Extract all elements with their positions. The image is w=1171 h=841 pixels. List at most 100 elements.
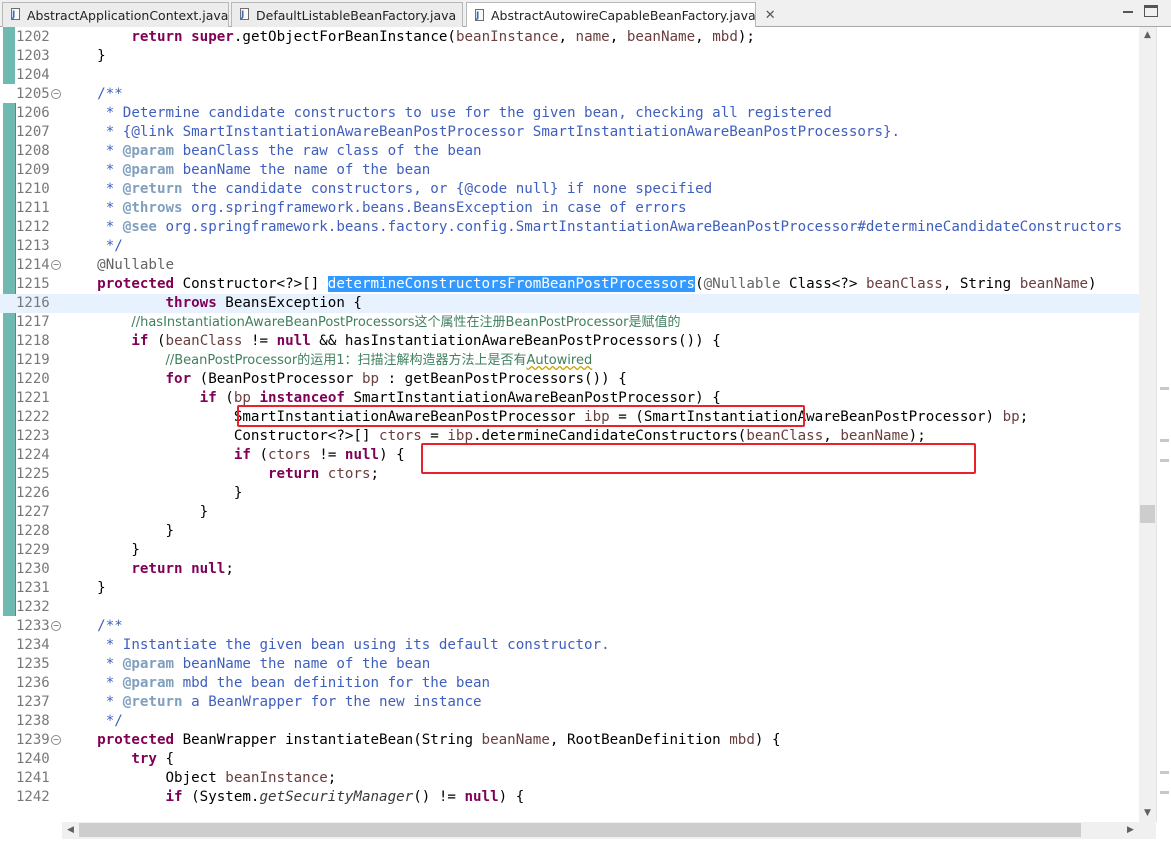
code-line[interactable]: 1207 * {@link SmartInstantiationAwareBea… (0, 123, 1139, 142)
minimize-editor-button[interactable] (1121, 5, 1135, 17)
code-token: ) (1088, 276, 1097, 292)
code-line[interactable]: 1235 * @param beanName the name of the b… (0, 655, 1139, 674)
code-token: ) { (754, 732, 781, 748)
overview-marker[interactable] (1160, 791, 1169, 794)
code-line[interactable]: 1204 (0, 66, 1139, 85)
fold-toggle-icon[interactable]: − (51, 621, 61, 631)
tab-abstract-application-context[interactable]: J AbstractApplicationContext.java (2, 2, 229, 27)
code-token: beanName (481, 732, 550, 748)
line-number: 1202 (16, 29, 50, 45)
code-token: } (63, 542, 140, 558)
line-number: 1204 (16, 67, 50, 83)
editor-tab-bar: J AbstractApplicationContext.java J Defa… (0, 0, 1171, 28)
overview-marker[interactable] (1160, 771, 1169, 774)
maximize-editor-button[interactable] (1144, 5, 1158, 17)
code-token: beanClass (746, 428, 824, 444)
fold-toggle-icon[interactable]: − (51, 735, 61, 745)
code-line[interactable]: 1234 * Instantiate the given bean using … (0, 636, 1139, 655)
code-line[interactable]: 1213 */ (0, 237, 1139, 256)
code-token: @return (122, 181, 183, 197)
code-line[interactable]: 1206 * Determine candidate constructors … (0, 104, 1139, 123)
code-line[interactable]: 1233− /** (0, 617, 1139, 636)
code-token: @Nullable (703, 276, 781, 292)
code-text: //hasInstantiationAwareBeanPostProcessor… (63, 313, 680, 332)
code-line[interactable]: 1202 return super.getObjectForBeanInstan… (0, 28, 1139, 47)
code-token: instanceof (259, 390, 345, 406)
code-line[interactable]: 1240 try { (0, 750, 1139, 769)
horizontal-scroll-thumb[interactable] (79, 823, 1081, 837)
code-line[interactable]: 1238 */ (0, 712, 1139, 731)
code-token: , (695, 29, 713, 45)
code-line[interactable]: 1216 throws BeansException { (0, 294, 1139, 313)
code-line[interactable]: 1218 if (beanClass != null && hasInstant… (0, 332, 1139, 351)
line-number: 1228 (16, 523, 50, 539)
overview-marker[interactable] (1160, 459, 1169, 462)
code-token: if (165, 789, 183, 805)
code-token: * (63, 162, 123, 178)
scroll-up-icon[interactable]: ▲ (1139, 27, 1156, 44)
code-text: * @param beanClass the raw class of the … (63, 142, 482, 161)
code-line[interactable]: 1241 Object beanInstance; (0, 769, 1139, 788)
code-line[interactable]: 1215 protected Constructor<?>[] determin… (0, 275, 1139, 294)
tab-default-listable-bean-factory[interactable]: J DefaultListableBeanFactory.java (231, 2, 463, 27)
code-line[interactable]: 1232 (0, 598, 1139, 617)
code-line[interactable]: 1237 * @return a BeanWrapper for the new… (0, 693, 1139, 712)
code-line[interactable]: 1211 * @throws org.springframework.beans… (0, 199, 1139, 218)
fold-toggle-icon[interactable]: − (51, 89, 61, 99)
code-token: } (63, 580, 106, 596)
code-line[interactable]: 1227 } (0, 503, 1139, 522)
vertical-scrollbar[interactable]: ▲ ▼ (1139, 27, 1156, 822)
code-token: , (558, 29, 576, 45)
code-line[interactable]: 1231 } (0, 579, 1139, 598)
code-line[interactable]: 1229 } (0, 541, 1139, 560)
code-line[interactable]: 1220 for (BeanPostProcessor bp : getBean… (0, 370, 1139, 389)
line-number: 1214 (16, 257, 50, 273)
code-token: ibp (447, 428, 474, 444)
line-number: 1213 (16, 238, 50, 254)
code-token: a BeanWrapper for the new instance (182, 694, 482, 710)
code-editor[interactable]: 1202 return super.getObjectForBeanInstan… (0, 27, 1139, 822)
code-token: @throws (122, 200, 183, 216)
overview-marker[interactable] (1160, 387, 1169, 390)
code-text: } (63, 541, 140, 560)
overview-marker[interactable] (1160, 439, 1169, 442)
code-token: , (609, 29, 627, 45)
code-line[interactable]: 1230 return null; (0, 560, 1139, 579)
code-line[interactable]: 1226 } (0, 484, 1139, 503)
scroll-down-icon[interactable]: ▼ (1139, 805, 1156, 822)
horizontal-scrollbar[interactable]: ◀ ▶ (62, 822, 1156, 839)
scroll-left-icon[interactable]: ◀ (62, 822, 79, 839)
code-line[interactable]: 1242 if (System.getSecurityManager() != … (0, 788, 1139, 807)
code-line[interactable]: 1239− protected BeanWrapper instantiateB… (0, 731, 1139, 750)
code-line[interactable]: 1209 * @param beanName the name of the b… (0, 161, 1139, 180)
line-number: 1226 (16, 485, 50, 501)
code-line[interactable]: 1219 //BeanPostProcessor的运用1：扫描注解构造器方法上是… (0, 351, 1139, 370)
code-line[interactable]: 1236 * @param mbd the bean definition fo… (0, 674, 1139, 693)
code-line[interactable]: 1217 //hasInstantiationAwareBeanPostProc… (0, 313, 1139, 332)
code-line[interactable]: 1210 * @return the candidate constructor… (0, 180, 1139, 199)
overview-ruler[interactable] (1156, 27, 1171, 822)
code-token: .determineCandidateConstructors( (473, 428, 747, 444)
code-line[interactable]: 1203 } (0, 47, 1139, 66)
code-token: = (421, 428, 448, 444)
code-line[interactable]: 1212 * @see org.springframework.beans.fa… (0, 218, 1139, 237)
scroll-right-icon[interactable]: ▶ (1122, 822, 1139, 839)
code-token: if (199, 390, 217, 406)
vertical-scroll-thumb[interactable] (1140, 505, 1155, 523)
tab-abstract-autowire-capable-bean-factory[interactable]: J AbstractAutowireCapableBeanFactory.jav… (466, 2, 776, 28)
fold-toggle-icon[interactable]: − (51, 260, 61, 270)
code-line[interactable]: 1214− @Nullable (0, 256, 1139, 275)
code-token: if (131, 333, 149, 349)
code-token: protected (97, 276, 175, 292)
code-text: protected BeanWrapper instantiateBean(St… (63, 731, 781, 750)
line-number: 1225 (16, 466, 50, 482)
line-number: 1240 (16, 751, 50, 767)
code-line[interactable]: 1205− /** (0, 85, 1139, 104)
code-line[interactable]: 1228 } (0, 522, 1139, 541)
code-token: } (63, 504, 209, 520)
close-tab-icon[interactable]: ✕ (765, 8, 776, 23)
code-token: : getBeanPostProcessors()) { (379, 371, 627, 387)
code-line[interactable]: 1208 * @param beanClass the raw class of… (0, 142, 1139, 161)
line-number: 1219 (16, 352, 50, 368)
